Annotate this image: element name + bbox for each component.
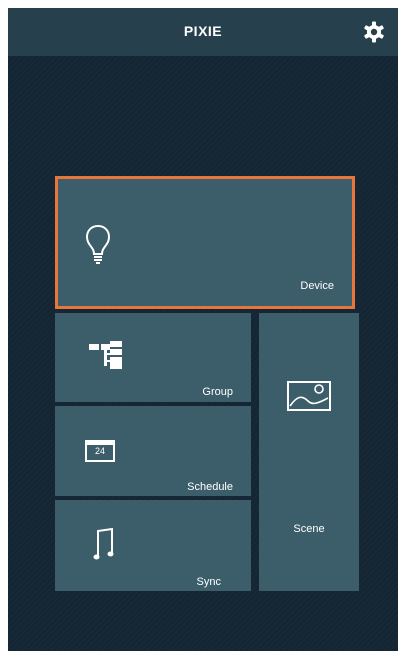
app-header: PIXIE [8,8,398,56]
app-title: PIXIE [183,23,223,39]
schedule-tile[interactable]: 24 Schedule [55,406,251,496]
hierarchy-icon [89,341,122,369]
calendar-number: 24 [94,446,105,456]
calendar-icon: 24 [85,440,115,462]
image-icon [287,381,331,411]
music-note-icon [93,528,114,560]
device-tile[interactable]: Device [55,176,355,309]
scene-tile[interactable]: Scene [259,313,359,591]
gear-icon[interactable] [362,20,386,44]
scene-label: Scene [293,523,325,535]
lightbulb-icon [85,224,111,264]
sync-tile[interactable]: Sync [55,500,251,591]
app-screen: PIXIE Device Group 24 Schedule Sync Scen… [8,8,398,651]
group-tile[interactable]: Group [55,313,251,402]
schedule-label: Schedule [187,481,233,493]
group-label: Group [202,386,233,398]
sync-label: Sync [196,576,221,588]
device-label: Device [300,280,334,292]
